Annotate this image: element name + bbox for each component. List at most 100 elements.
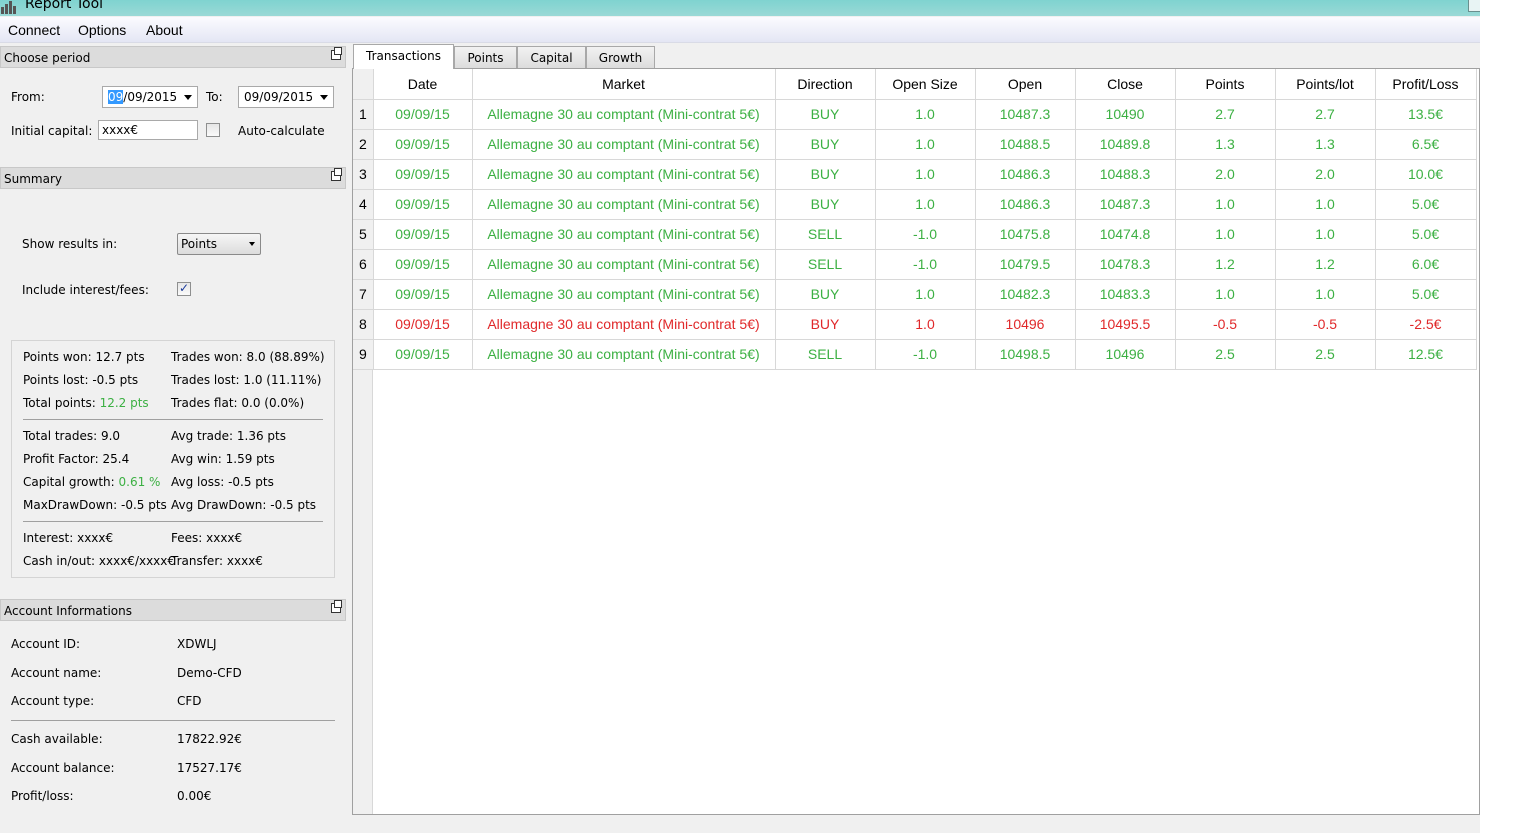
menu-options[interactable]: Options [78, 22, 126, 38]
row-number[interactable]: 3 [353, 159, 374, 190]
cell-profit-loss[interactable]: -2.5€ [1375, 309, 1477, 340]
table-row[interactable]: 9 09/09/15 Allemagne 30 au comptant (Mini-… [353, 339, 1477, 370]
cell-date[interactable]: 09/09/15 [373, 159, 473, 190]
cell-points-per-lot[interactable]: 1.0 [1275, 279, 1376, 310]
window-control-button[interactable] [1468, 0, 1480, 12]
table-row[interactable]: 4 09/09/15 Allemagne 30 au comptant (Mini-… [353, 189, 1477, 220]
cell-profit-loss[interactable]: 5.0€ [1375, 279, 1477, 310]
cell-points[interactable]: 2.7 [1175, 99, 1276, 130]
cell-open[interactable]: 10486.3 [975, 159, 1076, 190]
tab-capital[interactable]: Capital [517, 46, 586, 68]
cell-close[interactable]: 10483.3 [1075, 279, 1176, 310]
table-row[interactable]: 3 09/09/15 Allemagne 30 au comptant (Mini-… [353, 159, 1477, 190]
cell-direction[interactable]: BUY [775, 309, 876, 340]
cell-points-per-lot[interactable]: 2.0 [1275, 159, 1376, 190]
table-row[interactable]: 6 09/09/15 Allemagne 30 au comptant (Mini-… [353, 249, 1477, 280]
table-row[interactable]: 5 09/09/15 Allemagne 30 au comptant (Mini-… [353, 219, 1477, 250]
cell-profit-loss[interactable]: 6.0€ [1375, 249, 1477, 280]
row-number[interactable]: 6 [353, 249, 374, 280]
cell-open[interactable]: 10487.3 [975, 99, 1076, 130]
cell-close[interactable]: 10489.8 [1075, 129, 1176, 160]
undock-icon[interactable] [331, 600, 342, 613]
cell-points[interactable]: 1.2 [1175, 249, 1276, 280]
cell-market[interactable]: Allemagne 30 au comptant (Mini-contrat 5… [472, 339, 776, 370]
row-number[interactable]: 9 [353, 339, 374, 370]
include-fees-checkbox[interactable] [177, 281, 191, 296]
cell-market[interactable]: Allemagne 30 au comptant (Mini-contrat 5… [472, 129, 776, 160]
table-row[interactable]: 1 09/09/15 Allemagne 30 au comptant (Mini-… [353, 99, 1477, 130]
cell-points[interactable]: 1.0 [1175, 279, 1276, 310]
cell-direction[interactable]: BUY [775, 129, 876, 160]
cell-close[interactable]: 10495.5 [1075, 309, 1176, 340]
to-date-picker[interactable]: 09/09/2015 [238, 86, 334, 108]
cell-close[interactable]: 10478.3 [1075, 249, 1176, 280]
cell-open-size[interactable]: 1.0 [875, 159, 976, 190]
cell-points[interactable]: 2.0 [1175, 159, 1276, 190]
cell-date[interactable]: 09/09/15 [373, 279, 473, 310]
row-number[interactable]: 4 [353, 189, 374, 220]
cell-market[interactable]: Allemagne 30 au comptant (Mini-contrat 5… [472, 309, 776, 340]
cell-open[interactable]: 10486.3 [975, 189, 1076, 220]
cell-profit-loss[interactable]: 6.5€ [1375, 129, 1477, 160]
cell-open[interactable]: 10475.8 [975, 219, 1076, 250]
cell-direction[interactable]: SELL [775, 219, 876, 250]
cell-close[interactable]: 10496 [1075, 339, 1176, 370]
row-number[interactable]: 5 [353, 219, 374, 250]
cell-points-per-lot[interactable]: 1.3 [1275, 129, 1376, 160]
from-date-picker[interactable]: 09/09/2015 [102, 86, 198, 108]
cell-direction[interactable]: BUY [775, 279, 876, 310]
initial-capital-input[interactable]: xxxx€ [98, 120, 198, 140]
cell-open-size[interactable]: -1.0 [875, 249, 976, 280]
tab-transactions[interactable]: Transactions [353, 44, 454, 69]
cell-close[interactable]: 10488.3 [1075, 159, 1176, 190]
cell-points-per-lot[interactable]: -0.5 [1275, 309, 1376, 340]
cell-close[interactable]: 10474.8 [1075, 219, 1176, 250]
cell-direction[interactable]: BUY [775, 189, 876, 220]
cell-points-per-lot[interactable]: 1.2 [1275, 249, 1376, 280]
table-row[interactable]: 8 09/09/15 Allemagne 30 au comptant (Mini-… [353, 309, 1477, 340]
cell-direction[interactable]: SELL [775, 249, 876, 280]
cell-date[interactable]: 09/09/15 [373, 249, 473, 280]
show-results-select[interactable]: Points [177, 233, 261, 255]
undock-icon[interactable] [331, 168, 342, 181]
menu-about[interactable]: About [146, 22, 183, 38]
cell-open[interactable]: 10482.3 [975, 279, 1076, 310]
undock-icon[interactable] [331, 47, 342, 60]
cell-points-per-lot[interactable]: 2.7 [1275, 99, 1376, 130]
cell-direction[interactable]: BUY [775, 159, 876, 190]
row-number[interactable]: 1 [353, 99, 374, 130]
cell-direction[interactable]: SELL [775, 339, 876, 370]
cell-market[interactable]: Allemagne 30 au comptant (Mini-contrat 5… [472, 159, 776, 190]
corner-cell[interactable] [353, 69, 374, 100]
cell-date[interactable]: 09/09/15 [373, 129, 473, 160]
cell-open[interactable]: 10488.5 [975, 129, 1076, 160]
column-header-close[interactable]: Close [1075, 69, 1176, 100]
menu-connect[interactable]: Connect [8, 22, 60, 38]
cell-profit-loss[interactable]: 10.0€ [1375, 159, 1477, 190]
cell-market[interactable]: Allemagne 30 au comptant (Mini-contrat 5… [472, 249, 776, 280]
cell-open-size[interactable]: 1.0 [875, 99, 976, 130]
cell-points-per-lot[interactable]: 2.5 [1275, 339, 1376, 370]
tab-growth[interactable]: Growth [586, 46, 655, 68]
table-row[interactable]: 2 09/09/15 Allemagne 30 au comptant (Mini-… [353, 129, 1477, 160]
cell-open[interactable]: 10496 [975, 309, 1076, 340]
column-header-points[interactable]: Points [1175, 69, 1276, 100]
cell-date[interactable]: 09/09/15 [373, 339, 473, 370]
cell-open-size[interactable]: 1.0 [875, 309, 976, 340]
cell-points-per-lot[interactable]: 1.0 [1275, 189, 1376, 220]
cell-points-per-lot[interactable]: 1.0 [1275, 219, 1376, 250]
row-number[interactable]: 8 [353, 309, 374, 340]
column-header-profit-loss[interactable]: Profit/Loss [1375, 69, 1477, 100]
cell-open-size[interactable]: 1.0 [875, 279, 976, 310]
cell-date[interactable]: 09/09/15 [373, 189, 473, 220]
cell-points[interactable]: -0.5 [1175, 309, 1276, 340]
cell-open[interactable]: 10498.5 [975, 339, 1076, 370]
cell-open-size[interactable]: 1.0 [875, 189, 976, 220]
column-header-open-size[interactable]: Open Size [875, 69, 976, 100]
cell-market[interactable]: Allemagne 30 au comptant (Mini-contrat 5… [472, 99, 776, 130]
cell-close[interactable]: 10490 [1075, 99, 1176, 130]
cell-profit-loss[interactable]: 5.0€ [1375, 219, 1477, 250]
cell-date[interactable]: 09/09/15 [373, 309, 473, 340]
tab-points[interactable]: Points [454, 46, 517, 68]
cell-points[interactable]: 1.0 [1175, 219, 1276, 250]
